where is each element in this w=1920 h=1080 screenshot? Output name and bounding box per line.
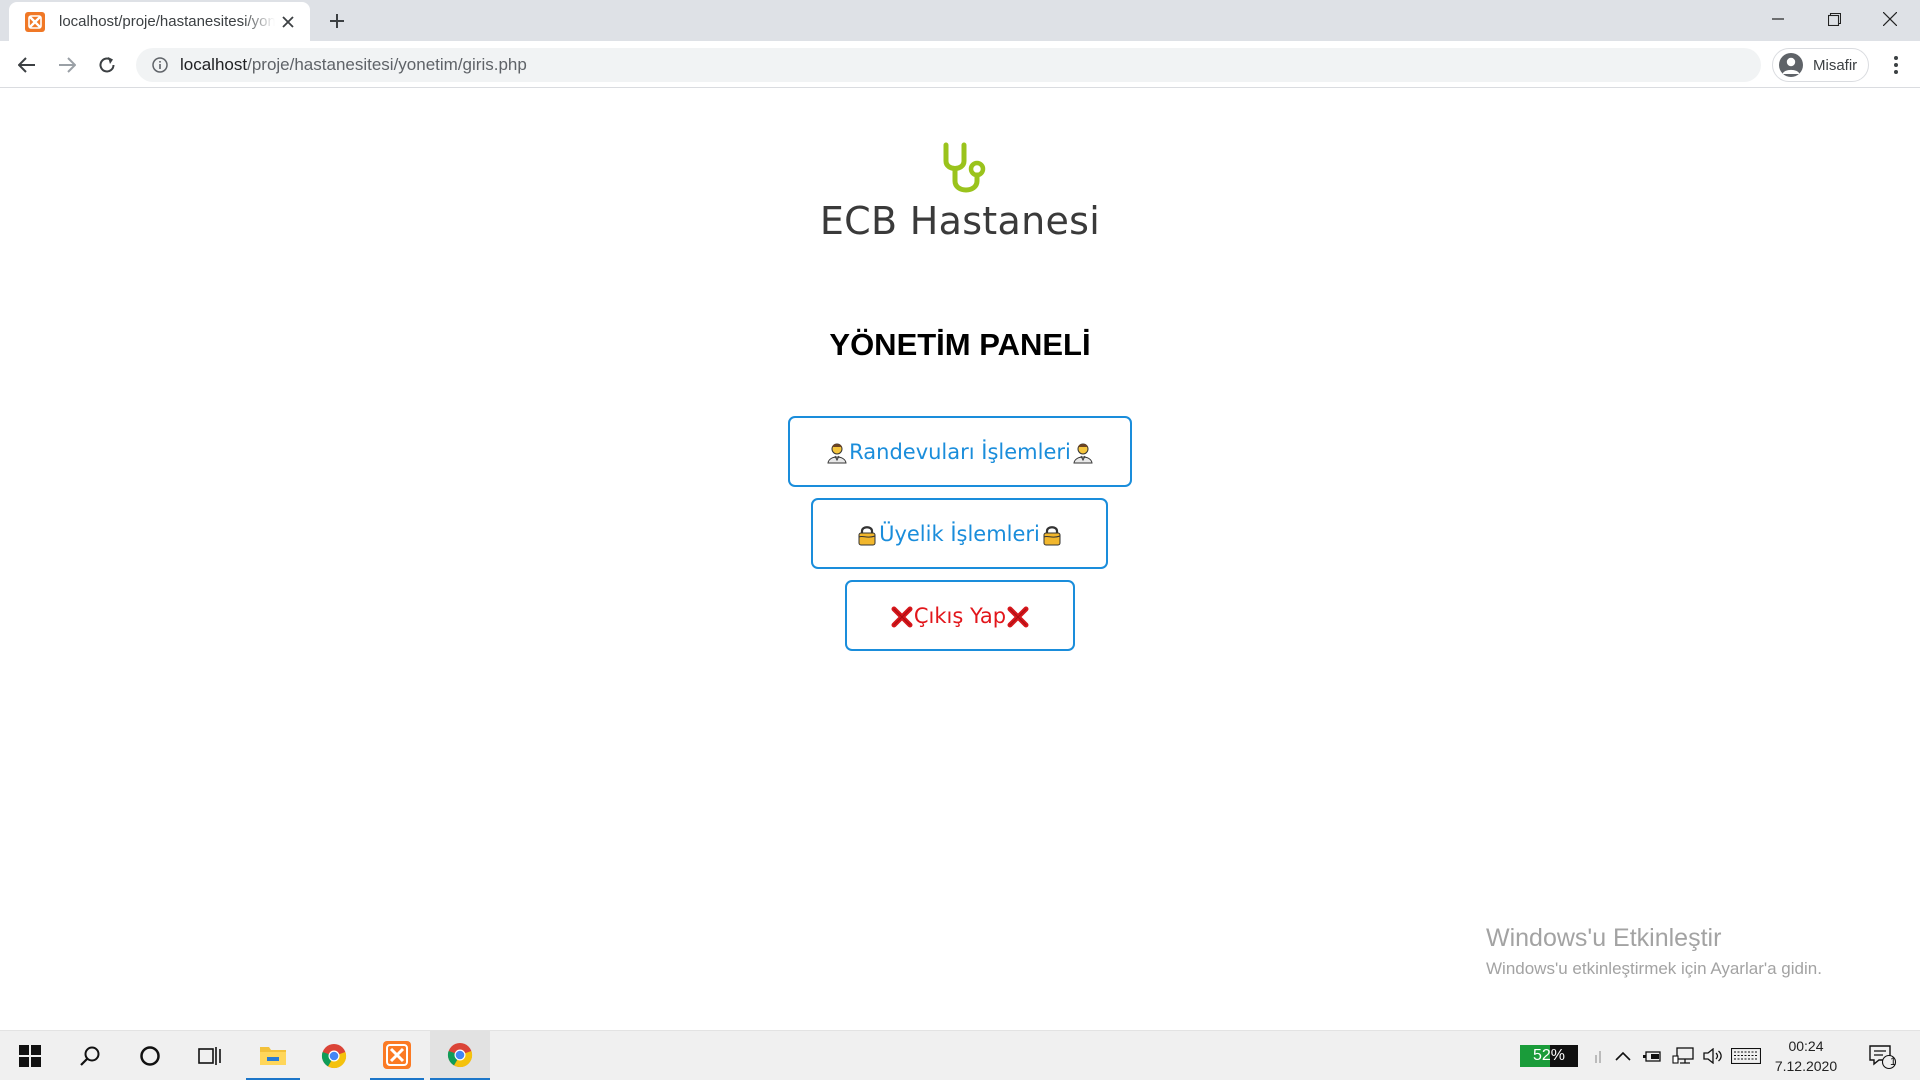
file-explorer-icon[interactable] <box>246 1031 300 1080</box>
health-worker-emoji-icon <box>826 442 848 464</box>
profile-label: Misafir <box>1813 56 1858 74</box>
browser-tab[interactable]: localhost/proje/hastanesitesi/yonetim/gi… <box>9 2 310 41</box>
tab-title: localhost/proje/hastanesitesi/yonetim/gi… <box>59 13 275 30</box>
hospital-logo: ECB Hastanesi <box>810 141 1110 251</box>
xampp-icon[interactable] <box>370 1031 424 1080</box>
watermark-subtitle: Windows'u etkinleştirmek için Ayarlar'a … <box>1486 959 1822 978</box>
restore-icon[interactable] <box>1806 0 1862 38</box>
logout-button[interactable]: Çıkış Yap <box>845 580 1075 651</box>
xampp-favicon-icon <box>25 11 45 32</box>
volume-icon[interactable] <box>1700 1031 1724 1080</box>
back-icon[interactable] <box>11 49 43 81</box>
membership-button[interactable]: Üyelik İşlemleri <box>811 498 1108 569</box>
clock-date: 7.12.2020 <box>1774 1058 1838 1074</box>
membership-button-label: Üyelik İşlemleri <box>879 521 1040 546</box>
tab-strip: localhost/proje/hastanesitesi/yonetim/gi… <box>0 0 1920 41</box>
logo-text: ECB Hastanesi <box>819 199 1101 243</box>
notifications-icon[interactable]: 1 <box>1862 1031 1902 1080</box>
new-tab-plus-icon[interactable] <box>322 8 352 34</box>
cortana-icon[interactable] <box>122 1031 178 1080</box>
start-icon[interactable] <box>2 1031 58 1080</box>
reload-icon[interactable] <box>91 49 123 81</box>
battery-label: 52% <box>1532 1047 1566 1064</box>
chevron-up-icon[interactable] <box>1612 1031 1634 1080</box>
page-title: YÖNETİM PANELİ <box>829 327 1091 362</box>
network-strength-icon[interactable] <box>1592 1031 1606 1080</box>
battery-indicator[interactable]: 52% <box>1520 1045 1578 1067</box>
battery-icon[interactable] <box>1640 1031 1664 1080</box>
search-icon[interactable] <box>62 1031 118 1080</box>
appointments-button-label: Randevuları İşlemleri <box>849 439 1071 464</box>
chrome-icon[interactable] <box>430 1031 490 1080</box>
clock-time: 00:24 <box>1788 1038 1824 1054</box>
keyboard-icon[interactable] <box>1730 1031 1762 1080</box>
notification-count: 1 <box>1890 1056 1897 1068</box>
health-worker-emoji-icon <box>1072 442 1094 464</box>
profile-button[interactable]: Misafir <box>1772 48 1869 82</box>
info-icon[interactable] <box>140 57 180 73</box>
cross-mark-emoji-icon <box>1007 606 1029 628</box>
profile-icon <box>1779 53 1803 77</box>
lock-emoji-icon <box>856 524 878 546</box>
url-path: /proje/hastanesitesi/yonetim/giris.php <box>247 55 527 74</box>
url-host: localhost <box>180 55 248 74</box>
minimize-icon[interactable] <box>1750 0 1806 38</box>
forward-icon[interactable] <box>51 49 83 81</box>
chrome-icon[interactable] <box>306 1031 362 1080</box>
clock[interactable]: 00:24 7.12.2020 <box>1766 1036 1846 1076</box>
watermark-title: Windows'u Etkinleştir <box>1486 924 1722 952</box>
address-bar[interactable]: localhost/proje/hastanesitesi/yonetim/gi… <box>136 48 1761 82</box>
close-window-icon[interactable] <box>1862 0 1918 38</box>
activation-watermark: Windows'u Etkinleştir Windows'u etkinleş… <box>1486 924 1822 979</box>
network-icon[interactable] <box>1670 1031 1696 1080</box>
url-text[interactable]: localhost/proje/hastanesitesi/yonetim/gi… <box>180 55 527 75</box>
browser-toolbar: localhost/proje/hastanesitesi/yonetim/gi… <box>0 41 1920 88</box>
cross-mark-emoji-icon <box>891 606 913 628</box>
task-view-icon[interactable] <box>182 1031 238 1080</box>
logout-button-label: Çıkış Yap <box>913 603 1007 628</box>
page-content: ECB Hastanesi YÖNETİM PANELİ Randevuları… <box>0 89 1920 1030</box>
tab-close-icon[interactable] <box>278 12 298 32</box>
more-vert-icon[interactable] <box>1880 49 1912 81</box>
lock-emoji-icon <box>1041 524 1063 546</box>
appointments-button[interactable]: Randevuları İşlemleri <box>788 416 1132 487</box>
stethoscope-icon <box>930 141 990 206</box>
taskbar: 52% 00:24 7.12.2020 1 <box>0 1030 1920 1080</box>
